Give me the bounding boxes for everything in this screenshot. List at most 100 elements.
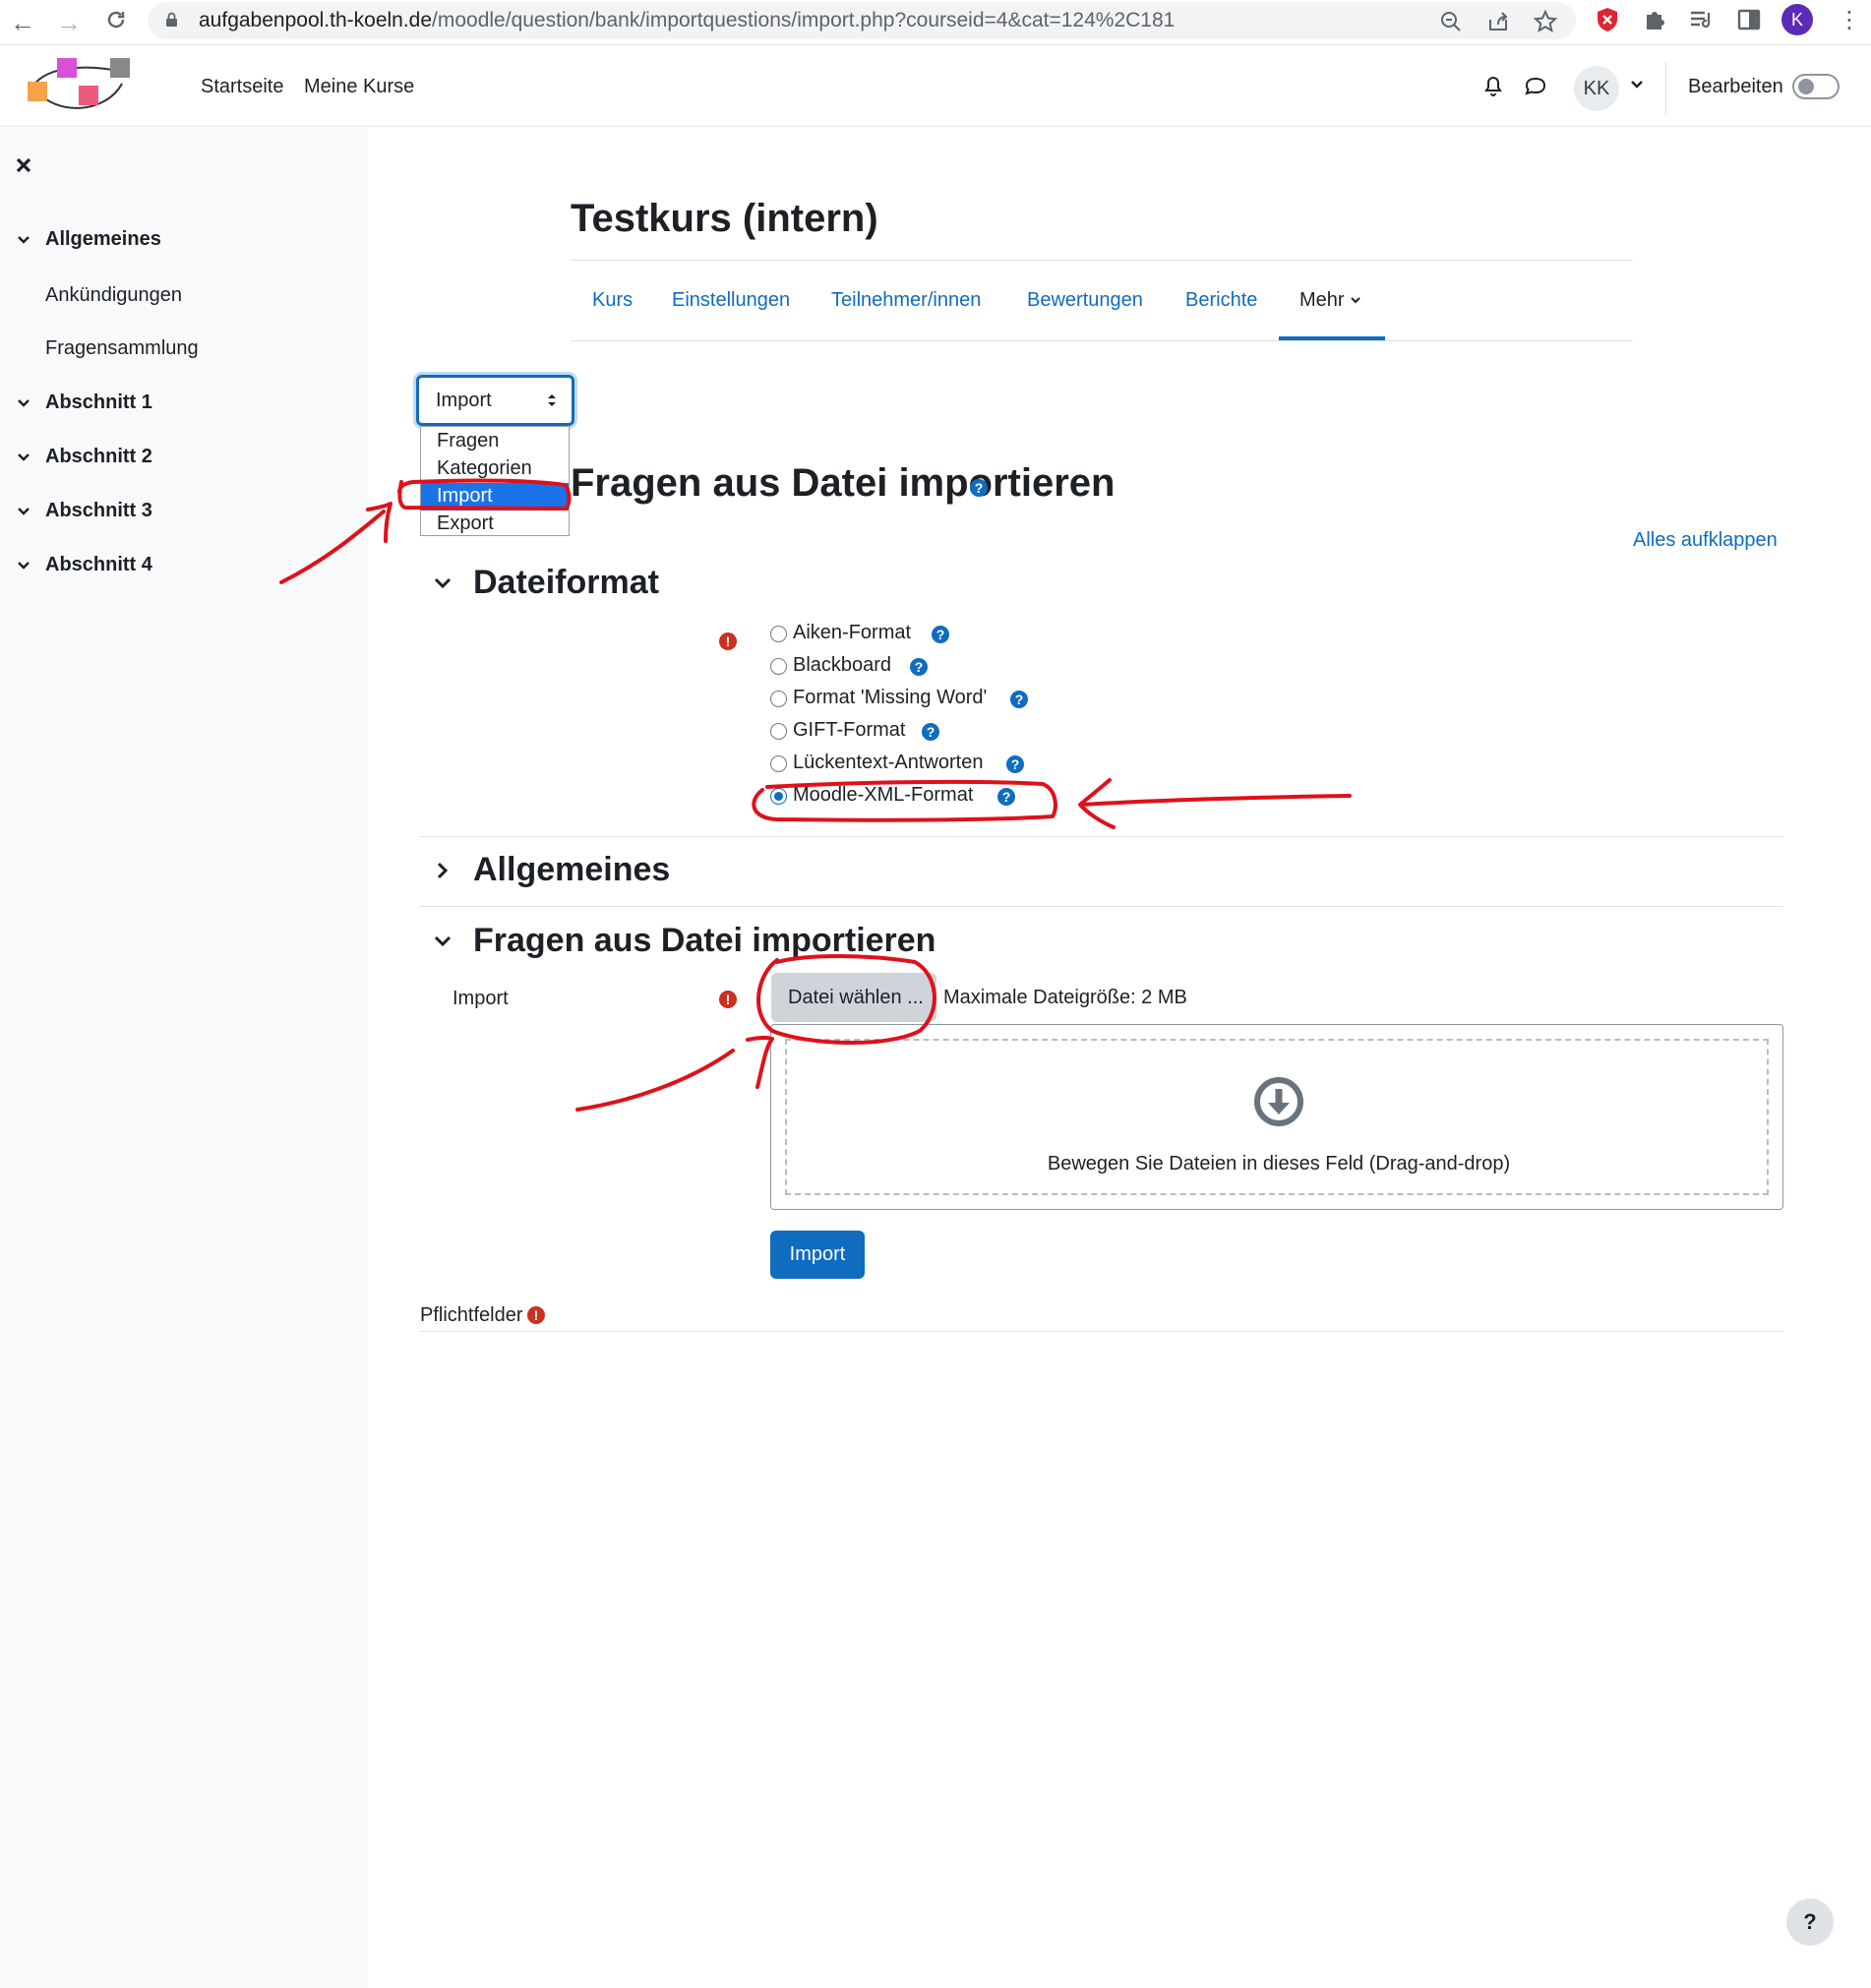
help-icon[interactable]: ?: [922, 723, 939, 741]
bookmark-star-icon[interactable]: [1533, 9, 1558, 34]
forward-icon[interactable]: →: [54, 8, 84, 38]
expand-all-link[interactable]: Alles aufklappen: [1633, 529, 1778, 552]
chevron-down-icon[interactable]: [16, 450, 31, 465]
radio-label[interactable]: Lückentext-Antworten: [793, 752, 983, 774]
annotation-arrow-moodle-xml: [1078, 778, 1352, 829]
help-icon[interactable]: ?: [910, 658, 928, 676]
radio-button[interactable]: [770, 755, 787, 772]
user-menu-chevron-down-icon[interactable]: [1628, 76, 1646, 93]
drawer-section-label[interactable]: Abschnitt 1: [45, 392, 152, 414]
site-logo[interactable]: [28, 56, 134, 117]
dropzone-dashed-area[interactable]: Bewegen Sie Dateien in dieses Feld (Drag…: [785, 1039, 1769, 1195]
header-divider: [571, 260, 1633, 261]
required-icon: !: [719, 991, 737, 1008]
choose-file-button[interactable]: Datei wählen ...: [771, 973, 936, 1022]
chevron-down-icon[interactable]: [16, 504, 31, 519]
required-fields-text: Pflichtfelder: [420, 1304, 523, 1326]
chevron-down-icon[interactable]: [16, 395, 31, 411]
chevron-right-icon[interactable]: [433, 861, 453, 880]
help-icon[interactable]: ?: [1010, 691, 1028, 708]
heading-help-icon[interactable]: ?: [970, 479, 988, 497]
tab-bewertungen[interactable]: Bewertungen: [1027, 289, 1143, 312]
drawer-item-announcements[interactable]: Ankündigungen: [45, 284, 182, 307]
radio-button[interactable]: [770, 691, 787, 707]
radio-label[interactable]: Format 'Missing Word': [793, 687, 987, 709]
help-icon[interactable]: ?: [997, 788, 1015, 806]
option-kategorien[interactable]: Kategorien: [421, 455, 569, 483]
notifications-bell-icon[interactable]: [1479, 72, 1507, 99]
footer-help-button[interactable]: ?: [1786, 1898, 1834, 1946]
radio-label[interactable]: Blackboard: [793, 654, 891, 677]
fieldset-legend[interactable]: Fragen aus Datei importieren: [473, 922, 936, 960]
nav-home-link[interactable]: Startseite: [201, 76, 283, 98]
radio-button-selected[interactable]: [770, 788, 787, 805]
radio-button[interactable]: [770, 658, 787, 675]
max-file-size: Maximale Dateigröße: 2 MB: [943, 987, 1187, 1008]
chevron-down-icon[interactable]: [16, 232, 31, 248]
close-drawer-icon[interactable]: [14, 155, 33, 175]
tab-berichte[interactable]: Berichte: [1185, 289, 1257, 312]
tab-more[interactable]: Mehr: [1299, 289, 1361, 312]
chevron-down-icon[interactable]: [433, 932, 453, 951]
reload-icon[interactable]: [101, 8, 131, 38]
chevron-down-icon: [1351, 297, 1360, 304]
required-icon: !: [719, 633, 737, 650]
zoom-icon[interactable]: [1438, 9, 1464, 34]
required-fields-note: Pflichtfelder: [420, 1304, 523, 1327]
drawer-section-label[interactable]: Allgemeines: [45, 228, 161, 251]
page-heading-text: Fragen aus Datei importieren: [571, 461, 1116, 505]
tab-teilnehmer[interactable]: Teilnehmer/innen: [831, 289, 981, 312]
drawer-section-label[interactable]: Abschnitt 2: [45, 446, 152, 468]
radio-label[interactable]: Aiken-Format: [793, 622, 911, 644]
extensions-puzzle-icon[interactable]: [1641, 6, 1668, 33]
course-index-drawer: Allgemeines Ankündigungen Fragensammlung…: [0, 128, 368, 1988]
tab-einstellungen[interactable]: Einstellungen: [672, 289, 790, 312]
secondary-navigation: Kurs Einstellungen Teilnehmer/innen Bewe…: [571, 266, 1633, 341]
drawer-section-label[interactable]: Abschnitt 4: [45, 554, 152, 576]
back-icon[interactable]: ←: [8, 8, 37, 38]
address-bar[interactable]: aufgabenpool.th-koeln.de/moodle/question…: [148, 2, 1576, 39]
fieldset-divider: [420, 906, 1783, 907]
share-icon[interactable]: [1485, 9, 1511, 34]
shield-extension-icon[interactable]: [1594, 6, 1621, 33]
edit-mode-toggle[interactable]: [1792, 74, 1840, 99]
option-fragen[interactable]: Fragen: [421, 428, 569, 455]
site-navbar: Startseite Meine Kurse KK Bearbeiten: [0, 46, 1871, 127]
lock-icon[interactable]: [165, 12, 178, 28]
reading-list-icon[interactable]: [1688, 6, 1716, 33]
select-value: Import: [436, 390, 492, 411]
option-import[interactable]: Import: [421, 483, 569, 511]
nav-my-courses-link[interactable]: Meine Kurse: [304, 76, 414, 98]
drawer-section-label[interactable]: Abschnitt 3: [45, 500, 152, 522]
fieldset-divider: [420, 836, 1783, 837]
course-title: Testkurs (intern): [571, 197, 878, 240]
chevron-down-icon[interactable]: [433, 573, 453, 593]
required-icon: !: [527, 1306, 545, 1324]
radio-button[interactable]: [770, 626, 787, 642]
select-arrows-icon: [548, 394, 556, 406]
help-icon[interactable]: ?: [932, 626, 949, 643]
side-panel-icon[interactable]: [1735, 6, 1763, 33]
browser-toolbar: ← → aufgabenpool.th-koeln.de/moodle/ques…: [0, 0, 1871, 45]
fieldset-legend[interactable]: Dateiformat: [473, 564, 659, 602]
screenshot: ← → aufgabenpool.th-koeln.de/moodle/ques…: [0, 0, 1871, 1988]
radio-label[interactable]: Moodle-XML-Format: [793, 784, 973, 807]
radio-label[interactable]: GIFT-Format: [793, 719, 905, 742]
question-bank-action-select[interactable]: Import: [416, 375, 574, 426]
file-dropzone[interactable]: Bewegen Sie Dateien in dieses Feld (Drag…: [770, 1024, 1783, 1210]
user-avatar[interactable]: KK: [1574, 66, 1619, 111]
messages-chat-icon[interactable]: [1522, 72, 1549, 99]
option-export[interactable]: Export: [421, 511, 569, 538]
browser-menu-icon[interactable]: ⋮: [1838, 6, 1861, 34]
drawer-item-question-bank[interactable]: Fragensammlung: [45, 337, 199, 360]
tab-kurs[interactable]: Kurs: [592, 289, 633, 312]
page-heading: Fragen aus Datei importieren: [571, 461, 1115, 506]
url-text[interactable]: aufgabenpool.th-koeln.de/moodle/question…: [199, 9, 1175, 32]
help-icon[interactable]: ?: [1006, 755, 1024, 773]
import-field-label: Import: [453, 988, 509, 1009]
chevron-down-icon[interactable]: [16, 558, 31, 573]
browser-profile-avatar[interactable]: K: [1781, 4, 1813, 35]
fieldset-legend[interactable]: Allgemeines: [473, 851, 670, 889]
import-submit-button[interactable]: Import: [770, 1231, 865, 1279]
radio-button[interactable]: [770, 723, 787, 740]
